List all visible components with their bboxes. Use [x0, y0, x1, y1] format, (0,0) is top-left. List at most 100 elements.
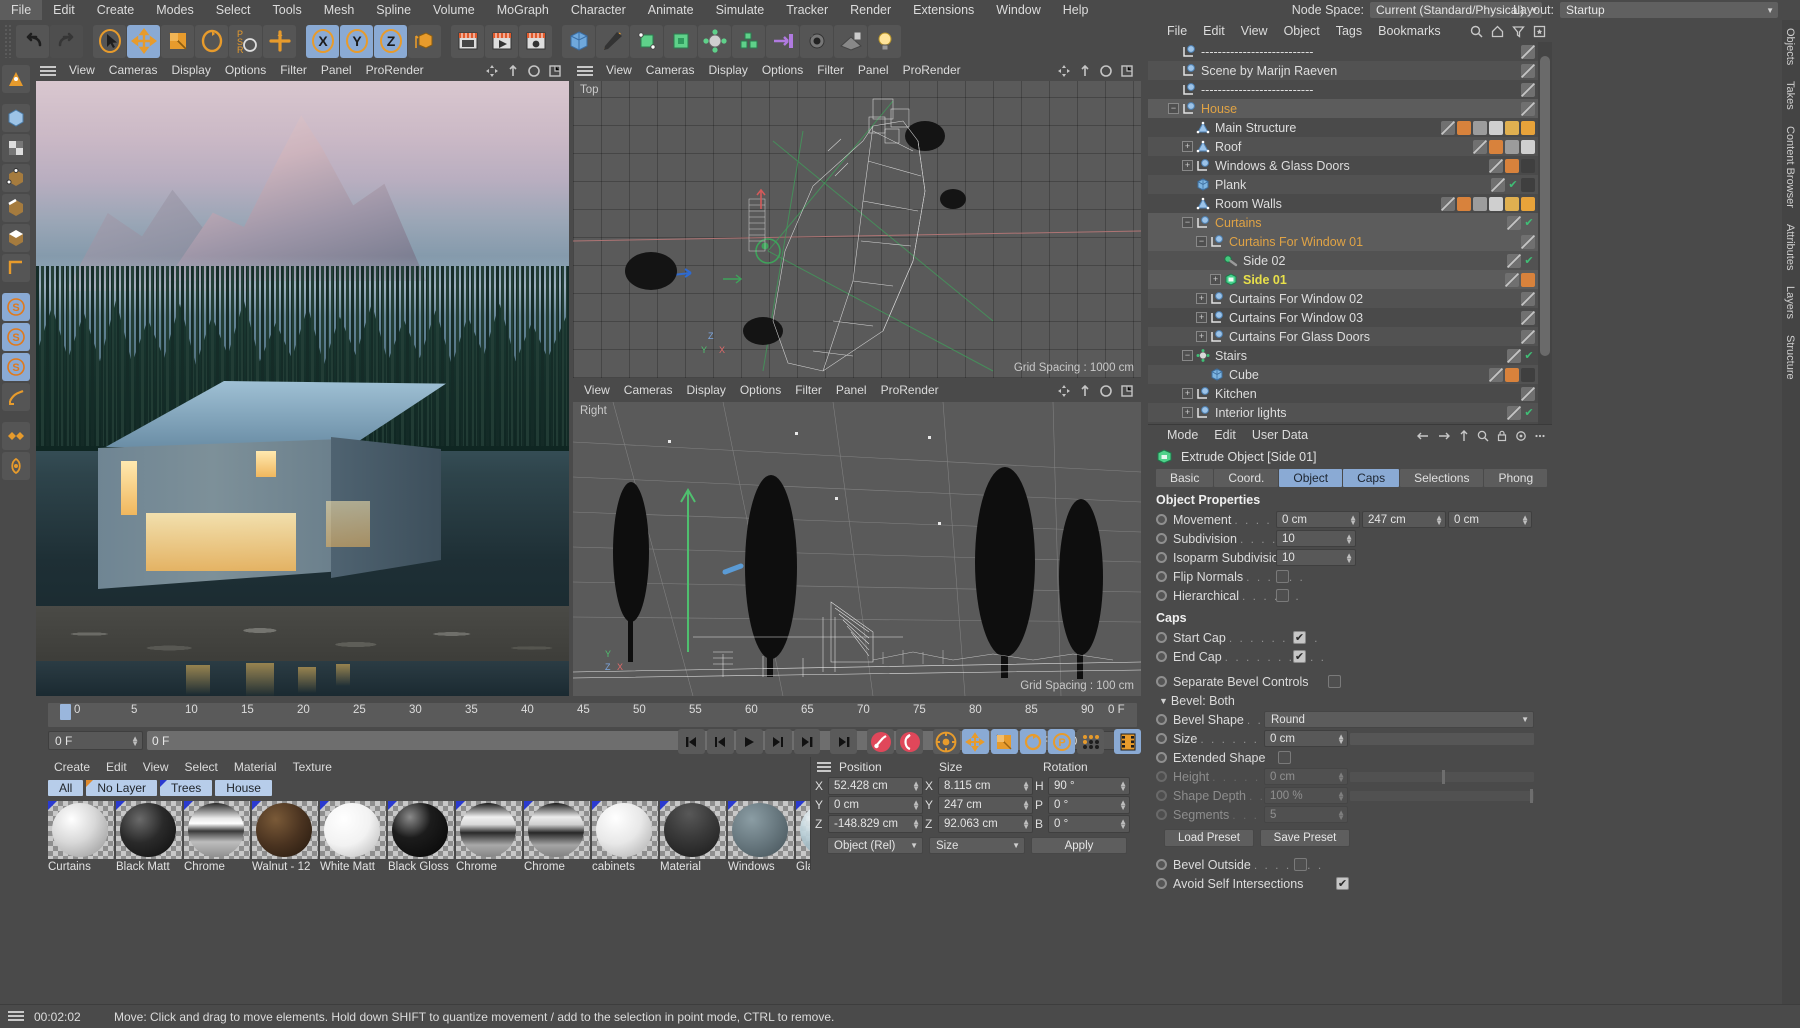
autokey-button[interactable] — [896, 729, 923, 754]
collapse-toggle-icon[interactable]: − — [1196, 236, 1207, 247]
dock-tab-attributes[interactable]: Attributes — [1782, 216, 1798, 278]
tab-basic[interactable]: Basic — [1156, 469, 1213, 487]
rotate-tool-button[interactable] — [195, 25, 228, 58]
pin-icon[interactable] — [1515, 430, 1527, 442]
mat-menu-texture[interactable]: Texture — [285, 757, 340, 777]
object-tag-icon[interactable] — [1489, 121, 1503, 135]
vp1-filter[interactable]: Filter — [273, 60, 314, 81]
object-tag-icon[interactable] — [1521, 273, 1535, 287]
vp2-view[interactable]: View — [599, 60, 639, 81]
layer-tab-no-layer[interactable]: No Layer — [86, 780, 157, 796]
visibility-tag-icon[interactable] — [1441, 197, 1455, 211]
visibility-tag-icon[interactable] — [1521, 45, 1535, 59]
material-item[interactable]: cabinets — [592, 801, 658, 873]
expand-toggle-icon[interactable]: + — [1196, 312, 1207, 323]
up-arrow-icon[interactable] — [1458, 430, 1470, 442]
coord-mode-select[interactable]: Object (Rel)▼ — [827, 837, 923, 854]
material-item[interactable]: Chrome — [456, 801, 522, 873]
object-tag-icon[interactable] — [1473, 121, 1487, 135]
current-frame-field[interactable]: 0 F ▲▼ — [48, 731, 143, 750]
size-z-field[interactable]: 92.063 cm▲▼ — [938, 815, 1033, 833]
tool-layout-switch[interactable] — [2, 452, 30, 480]
bevel-outside-checkbox[interactable] — [1294, 858, 1307, 871]
mat-menu-view[interactable]: View — [135, 757, 177, 777]
menu-spline[interactable]: Spline — [365, 0, 422, 20]
animate-dot-icon[interactable] — [1156, 752, 1167, 763]
dock-tab-takes[interactable]: Takes — [1782, 73, 1798, 118]
tab-phong[interactable]: Phong — [1484, 469, 1547, 487]
menu-file[interactable]: File — [0, 0, 42, 20]
menu-render[interactable]: Render — [839, 0, 902, 20]
animate-dot-icon[interactable] — [1156, 878, 1167, 889]
material-item[interactable]: Curtains — [48, 801, 114, 873]
visibility-tag-icon[interactable] — [1521, 102, 1535, 116]
record-keyframe-button[interactable] — [867, 729, 894, 754]
object-tag-icon[interactable] — [1457, 197, 1471, 211]
menu-help[interactable]: Help — [1052, 0, 1100, 20]
play-button[interactable] — [736, 729, 763, 754]
rotation-key-button[interactable] — [1020, 729, 1047, 754]
cube-primitive-button[interactable] — [562, 25, 595, 58]
visibility-tag-icon[interactable] — [1521, 311, 1535, 325]
tab-selections[interactable]: Selections — [1400, 469, 1483, 487]
light-button[interactable] — [868, 25, 901, 58]
position-x-field[interactable]: 52.428 cm▲▼ — [828, 777, 923, 795]
spinner-icon[interactable]: ▲▼ — [131, 736, 139, 746]
menu-edit[interactable]: Edit — [42, 0, 86, 20]
collapse-toggle-icon[interactable]: − — [1168, 103, 1179, 114]
animate-dot-icon[interactable] — [1156, 552, 1167, 563]
object-tag-icon[interactable] — [1505, 140, 1519, 154]
tool-texture-axis[interactable] — [2, 65, 30, 93]
spinner-icon[interactable]: ▲▼ — [912, 781, 920, 791]
vp3-prorender[interactable]: ProRender — [874, 380, 946, 401]
expand-toggle-icon[interactable]: + — [1182, 160, 1193, 171]
object-tree-row[interactable]: --------------------------- — [1148, 80, 1538, 99]
forward-arrow-icon[interactable] — [1437, 430, 1451, 442]
more-options-icon[interactable] — [1534, 430, 1546, 442]
lock-x-button[interactable]: X — [306, 25, 339, 58]
object-tree-row[interactable]: +Curtains For Window 02 — [1148, 289, 1538, 308]
keyframe-settings-button[interactable] — [933, 729, 960, 754]
expand-toggle-icon[interactable]: + — [1182, 141, 1193, 152]
om-menu-object[interactable]: Object — [1276, 20, 1328, 42]
perspective-viewport[interactable] — [36, 81, 569, 696]
spinner-icon[interactable]: ▲▼ — [1119, 781, 1127, 791]
visibility-tag-icon[interactable] — [1507, 406, 1521, 420]
animate-dot-icon[interactable] — [1156, 514, 1167, 525]
animate-dot-icon[interactable] — [1156, 533, 1167, 544]
tool-workplane[interactable] — [2, 383, 30, 411]
menu-mograph[interactable]: MoGraph — [486, 0, 560, 20]
object-tree-row[interactable]: +Curtains For Glass Doors — [1148, 327, 1538, 346]
collapse-toggle-icon[interactable]: − — [1182, 350, 1193, 361]
tool-edge-mode[interactable] — [2, 194, 30, 222]
object-tag-icon[interactable] — [1473, 197, 1487, 211]
expand-toggle-icon[interactable]: + — [1182, 388, 1193, 399]
object-tree-row[interactable]: +Windows & Glass Doors — [1148, 156, 1538, 175]
extended-shape-checkbox[interactable] — [1278, 751, 1291, 764]
size-field[interactable]: 0 cm▲▼ — [1264, 730, 1348, 747]
vp2-filter[interactable]: Filter — [810, 60, 851, 81]
lock-z-button[interactable]: Z — [374, 25, 407, 58]
spinner-icon[interactable]: ▲▼ — [1022, 781, 1030, 791]
menu-animate[interactable]: Animate — [637, 0, 705, 20]
spinner-icon[interactable]: ▲▼ — [912, 819, 920, 829]
world-coordinate-button[interactable] — [408, 25, 441, 58]
at-menu-mode[interactable]: Mode — [1159, 425, 1206, 446]
position-z-field[interactable]: -148.829 cm▲▼ — [828, 815, 923, 833]
previous-frame-button[interactable] — [707, 729, 734, 754]
material-item[interactable]: Windows — [728, 801, 794, 873]
next-frame-button[interactable] — [765, 729, 792, 754]
timeline-ruler[interactable]: 0 5 10 15 20 25 30 35 40 45 50 55 60 65 … — [48, 703, 1137, 727]
size-slider[interactable] — [1350, 733, 1534, 745]
object-tag-icon[interactable] — [1489, 140, 1503, 154]
menu-select[interactable]: Select — [205, 0, 262, 20]
separate-bevel-checkbox[interactable] — [1328, 675, 1341, 688]
menu-create[interactable]: Create — [86, 0, 146, 20]
movement-y-field[interactable]: 247 cm▲▼ — [1362, 511, 1446, 528]
tool-snap-c[interactable]: S — [2, 353, 30, 381]
end-cap-checkbox[interactable]: ✔ — [1293, 650, 1306, 663]
floor-button[interactable] — [834, 25, 867, 58]
animate-dot-icon[interactable] — [1156, 571, 1167, 582]
vp2-options[interactable]: Options — [755, 60, 810, 81]
animate-dot-icon[interactable] — [1156, 676, 1167, 687]
